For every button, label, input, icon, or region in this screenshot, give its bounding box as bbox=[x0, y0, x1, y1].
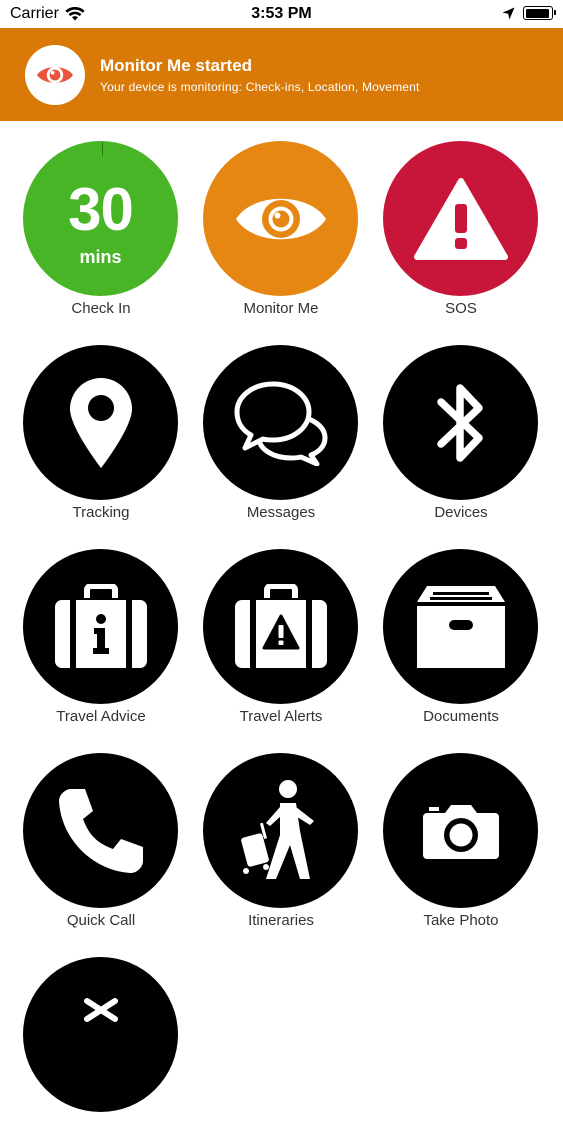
travel-advice-button[interactable] bbox=[23, 549, 178, 704]
countdown-unit: mins bbox=[79, 246, 122, 267]
battery-level bbox=[525, 8, 550, 18]
countdown-value: 30 bbox=[68, 175, 134, 243]
take-photo-label: Take Photo bbox=[423, 912, 499, 929]
travel-advice-label: Travel Advice bbox=[56, 708, 146, 725]
itineraries-label: Itineraries bbox=[248, 912, 314, 929]
chat-bubbles-icon bbox=[234, 381, 327, 466]
documents-button[interactable] bbox=[383, 549, 538, 704]
check-in-tile[interactable]: 30 mins Check In bbox=[11, 121, 191, 321]
status-time: 3:53 PM bbox=[251, 5, 312, 22]
feature-grid: 30 mins Check In Monitor Me SOS Tracking… bbox=[0, 121, 563, 1112]
suitcase-info-icon bbox=[54, 583, 147, 668]
archive-box-icon bbox=[416, 585, 505, 668]
messages-tile[interactable]: Messages bbox=[191, 325, 371, 525]
tracking-label: Tracking bbox=[72, 504, 130, 521]
bluetooth-icon bbox=[436, 383, 483, 462]
countdown-display: 30 mins bbox=[68, 172, 134, 267]
take-photo-tile[interactable]: Take Photo bbox=[371, 733, 551, 933]
sos-tile[interactable]: SOS bbox=[371, 121, 551, 321]
banner-title: Monitor Me started bbox=[100, 56, 253, 75]
sos-label: SOS bbox=[445, 300, 477, 317]
itineraries-tile[interactable]: Itineraries bbox=[191, 733, 371, 933]
banner-eye-icon bbox=[25, 45, 85, 105]
monitor-me-label: Monitor Me bbox=[243, 300, 319, 317]
itineraries-button[interactable] bbox=[203, 753, 358, 908]
location-arrow-icon bbox=[502, 7, 515, 20]
check-in-button[interactable]: 30 mins bbox=[23, 141, 178, 296]
traveler-icon bbox=[240, 779, 314, 879]
documents-label: Documents bbox=[423, 708, 499, 725]
monitor-banner[interactable]: Monitor Me started Your device is monito… bbox=[0, 28, 563, 121]
quick-call-button[interactable] bbox=[23, 753, 178, 908]
banner-subtitle: Your device is monitoring: Check-ins, Lo… bbox=[100, 80, 420, 94]
check-in-label: Check In bbox=[71, 300, 131, 317]
sos-button[interactable] bbox=[383, 141, 538, 296]
take-photo-button[interactable] bbox=[383, 753, 538, 908]
quick-call-label: Quick Call bbox=[66, 912, 136, 929]
devices-button[interactable] bbox=[383, 345, 538, 500]
partial-button[interactable] bbox=[23, 957, 178, 1112]
battery-icon bbox=[523, 6, 556, 20]
travel-advice-tile[interactable]: Travel Advice bbox=[11, 529, 191, 729]
camera-icon bbox=[422, 804, 499, 859]
monitor-me-button[interactable] bbox=[203, 141, 358, 296]
messages-button[interactable] bbox=[203, 345, 358, 500]
checkin-divider-mark bbox=[102, 142, 103, 156]
status-right bbox=[502, 6, 556, 20]
partial-tile[interactable] bbox=[11, 937, 191, 1137]
travel-alerts-label: Travel Alerts bbox=[239, 708, 323, 725]
location-pin-icon bbox=[69, 377, 132, 468]
documents-tile[interactable]: Documents bbox=[371, 529, 551, 729]
quick-call-tile[interactable]: Quick Call bbox=[11, 733, 191, 933]
tracking-tile[interactable]: Tracking bbox=[11, 325, 191, 525]
monitor-me-tile[interactable]: Monitor Me bbox=[191, 121, 371, 321]
travel-alerts-tile[interactable]: Travel Alerts bbox=[191, 529, 371, 729]
eye-icon bbox=[235, 198, 326, 239]
suitcase-alert-icon bbox=[234, 583, 327, 668]
devices-label: Devices bbox=[434, 504, 488, 521]
phone-icon bbox=[58, 788, 143, 873]
warning-icon bbox=[413, 177, 508, 260]
tracking-button[interactable] bbox=[23, 345, 178, 500]
devices-tile[interactable]: Devices bbox=[371, 325, 551, 525]
status-bar: Carrier 3:53 PM bbox=[0, 0, 563, 28]
messages-label: Messages bbox=[246, 504, 316, 521]
travel-alerts-button[interactable] bbox=[203, 549, 358, 704]
